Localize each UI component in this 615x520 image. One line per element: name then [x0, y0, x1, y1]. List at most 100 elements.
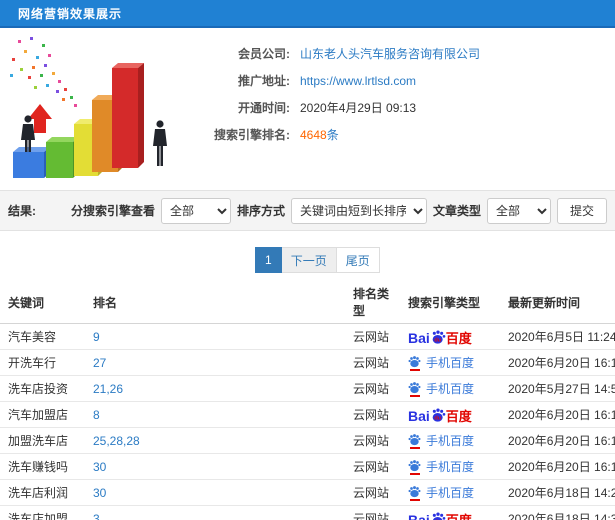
- rank-cell: 21,26: [85, 375, 345, 402]
- table-row: 汽车加盟店 8 云网站 Bai du 百度 2020年6月20日 16:12: [0, 401, 615, 428]
- baidu-cn-text: 百度: [445, 512, 472, 520]
- baidu-logo: Bai du 百度: [408, 329, 472, 345]
- mobile-baidu-logo: 手机百度: [408, 380, 474, 397]
- baidu-paw-icon: du: [432, 330, 446, 344]
- open-time-label: 开通时间:: [238, 101, 290, 115]
- mobile-baidu-paw-icon: [408, 485, 421, 501]
- mobile-baidu-text: 手机百度: [426, 460, 475, 474]
- company-label: 会员公司:: [238, 47, 290, 61]
- submit-button[interactable]: 提交: [556, 197, 607, 224]
- header-updated: 最新更新时间: [500, 285, 615, 324]
- header-rank-type: 排名类型: [345, 285, 400, 324]
- article-filter-label: 文章类型: [432, 204, 481, 218]
- rank-cell: 8: [85, 401, 345, 428]
- mobile-baidu-logo: 手机百度: [408, 354, 474, 371]
- bar-chart-illustration: [10, 37, 167, 178]
- mobile-baidu-text: 手机百度: [426, 486, 475, 500]
- url-label: 推广地址:: [238, 74, 290, 88]
- page-title: 网络营销效果展示: [18, 6, 123, 21]
- rank-link[interactable]: 30: [93, 486, 106, 500]
- rank-link[interactable]: 21,26: [93, 382, 123, 396]
- article-filter-select[interactable]: 全部: [486, 197, 551, 224]
- page-button-next[interactable]: 下一页: [281, 247, 337, 273]
- filter-bar: 结果: 分搜索引擎查看 全部 排序方式 关键词由短到长排序 文章类型 全部 提交: [0, 190, 615, 231]
- mobile-baidu-paw-icon: [408, 459, 421, 475]
- mobile-baidu-logo: 手机百度: [408, 432, 474, 449]
- table-row: 开洗车行 27 云网站 Bai du 百度: [0, 349, 615, 376]
- sort-filter-label: 排序方式: [236, 204, 285, 218]
- rank-type-cell: 云网站: [345, 401, 400, 428]
- rank-link[interactable]: 9: [93, 330, 100, 344]
- table-row: 洗车店加盟 3 云网站 Bai du 百度: [0, 505, 615, 520]
- filter-controls: 分搜索引擎查看 全部 排序方式 关键词由短到长排序 文章类型 全部 提交: [71, 197, 607, 224]
- rank-link[interactable]: 3: [93, 512, 100, 520]
- rank-link[interactable]: 30: [93, 460, 106, 474]
- updated-cell: 2020年6月20日 16:12: [500, 401, 615, 428]
- engine-cell: Bai du 百度: [400, 453, 500, 480]
- table-header-row: 关键词 排名 排名类型 搜索引擎类型 最新更新时间: [0, 285, 615, 324]
- svg-text:du: du: [434, 337, 441, 343]
- mobile-baidu-underline: [409, 498, 420, 501]
- rank-type-cell: 云网站: [345, 375, 400, 402]
- rank-cell: 27: [85, 349, 345, 376]
- mobile-baidu-underline: [409, 394, 420, 397]
- svg-text:du: du: [434, 415, 441, 421]
- rank-cell: 9: [85, 323, 345, 350]
- baidu-cn-text: 百度: [445, 408, 472, 424]
- page-button-current[interactable]: 1: [255, 247, 282, 273]
- engine-cell: Bai du 百度: [400, 479, 500, 506]
- rank-cell: 25,28,28: [85, 427, 345, 454]
- engine-cell: Bai du 百度: [400, 349, 500, 376]
- confetti-dots: [10, 37, 77, 107]
- rank-link[interactable]: 27: [93, 356, 106, 370]
- rank-type-cell: 云网站: [345, 505, 400, 520]
- url-row: 推广地址: https://www.lrtlsd.com: [190, 67, 615, 94]
- table-row: 加盟洗车店 25,28,28 云网站 Bai du 百度: [0, 427, 615, 454]
- header-engine-type: 搜索引擎类型: [400, 285, 500, 324]
- keyword-cell: 洗车赚钱吗: [0, 453, 85, 480]
- updated-cell: 2020年6月5日 11:24: [500, 323, 615, 350]
- mobile-baidu-text: 手机百度: [426, 434, 475, 448]
- baidu-bai-text: Bai: [408, 329, 430, 346]
- promotion-url-link[interactable]: https://www.lrtlsd.com: [300, 74, 416, 88]
- keyword-cell: 汽车美容: [0, 323, 85, 350]
- baidu-logo: Bai du 百度: [408, 407, 472, 423]
- mobile-baidu-text: 手机百度: [426, 382, 475, 396]
- baidu-logo: Bai du 百度: [408, 511, 472, 520]
- rank-type-cell: 云网站: [345, 427, 400, 454]
- open-time-value: 2020年4月29日 09:13: [300, 101, 417, 115]
- engine-filter-select[interactable]: 全部: [160, 197, 231, 224]
- rank-type-cell: 云网站: [345, 479, 400, 506]
- updated-cell: 2020年6月18日 14:27: [500, 479, 615, 506]
- company-row: 会员公司: 山东老人头汽车服务咨询有限公司: [190, 40, 615, 67]
- rank-cell: 3: [85, 505, 345, 520]
- mobile-baidu-underline: [409, 368, 420, 371]
- mobile-baidu-underline: [409, 472, 420, 475]
- engine-cell: Bai du 百度: [400, 505, 500, 520]
- rank-link[interactable]: 25,28,28: [93, 434, 140, 448]
- header-keyword: 关键词: [0, 285, 85, 324]
- engine-cell: Bai du 百度: [400, 427, 500, 454]
- engine-cell: Bai du 百度: [400, 375, 500, 402]
- ranking-table: 关键词 排名 排名类型 搜索引擎类型 最新更新时间 汽车美容 9 云网站 Bai: [0, 285, 615, 520]
- engine-rank-row: 搜索引擎排名: 4648条: [190, 121, 615, 148]
- rank-type-cell: 云网站: [345, 349, 400, 376]
- engine-rank-label: 搜索引擎排名:: [214, 128, 290, 142]
- baidu-bai-text: Bai: [408, 511, 430, 520]
- company-link[interactable]: 山东老人头汽车服务咨询有限公司: [300, 45, 480, 62]
- keyword-cell: 开洗车行: [0, 349, 85, 376]
- rank-cell: 30: [85, 479, 345, 506]
- updated-cell: 2020年6月18日 14:30: [500, 505, 615, 520]
- keyword-cell: 加盟洗车店: [0, 427, 85, 454]
- rank-type-cell: 云网站: [345, 453, 400, 480]
- page-header: 网络营销效果展示: [0, 0, 615, 28]
- page-button-last[interactable]: 尾页: [336, 247, 380, 273]
- table-row: 洗车店利润 30 云网站 Bai du 百度: [0, 479, 615, 506]
- bars: [13, 63, 144, 178]
- pagination: 1 下一页 尾页: [255, 247, 615, 273]
- rank-link[interactable]: 8: [93, 408, 100, 422]
- rank-cell: 30: [85, 453, 345, 480]
- mobile-baidu-logo: 手机百度: [408, 484, 474, 501]
- result-label: 结果:: [8, 204, 36, 218]
- sort-filter-select[interactable]: 关键词由短到长排序: [290, 197, 427, 224]
